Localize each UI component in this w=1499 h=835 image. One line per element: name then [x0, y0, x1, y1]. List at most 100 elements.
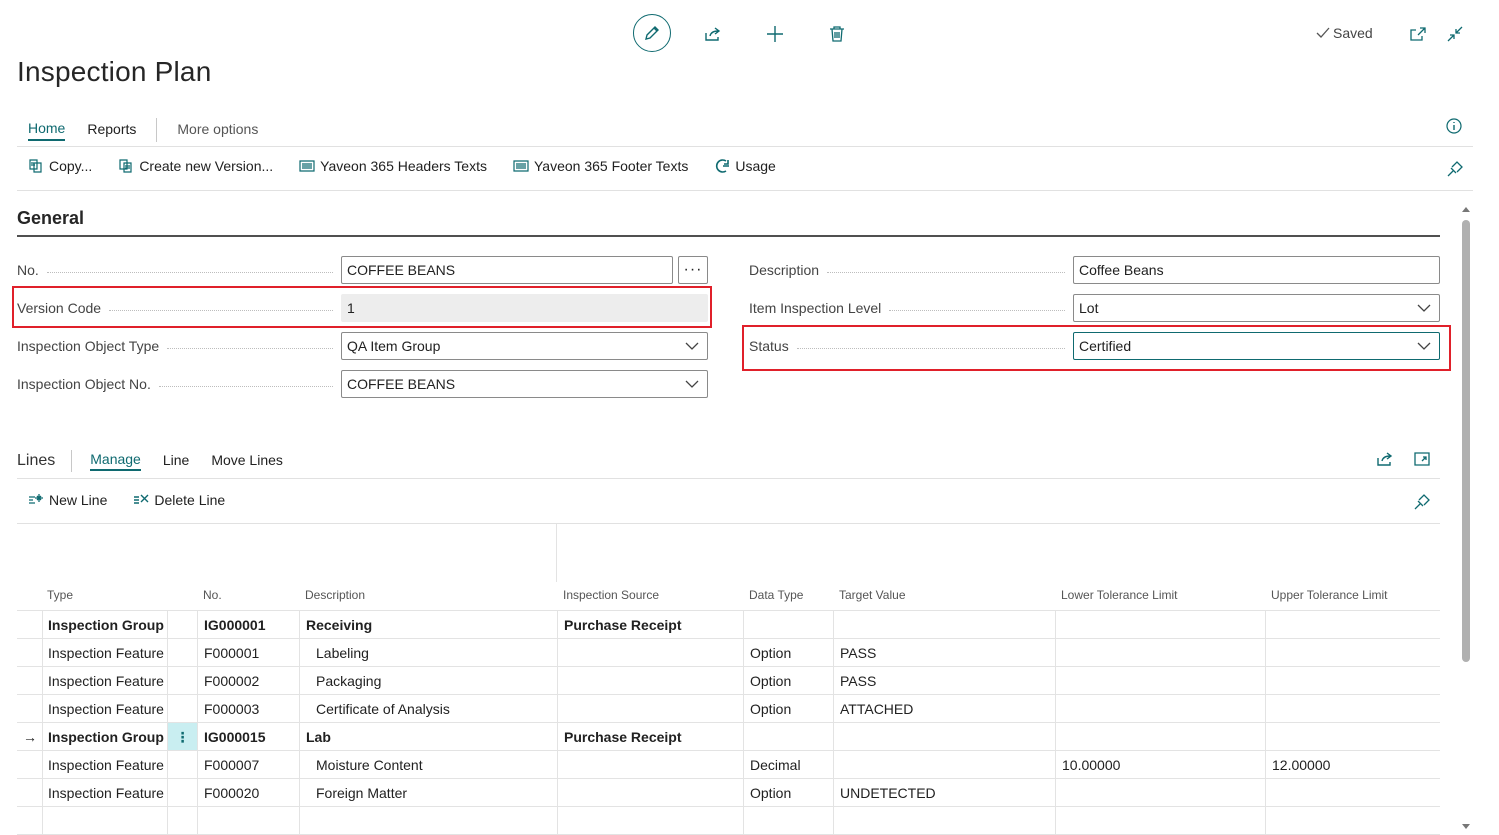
- delete-icon: [830, 26, 844, 42]
- row-menu-icon[interactable]: ⋮: [168, 723, 197, 751]
- lines-tab-move-lines[interactable]: Move Lines: [211, 452, 283, 470]
- tab-home[interactable]: Home: [28, 120, 66, 141]
- column-header-upper-tolerance[interactable]: Upper Tolerance Limit: [1271, 588, 1388, 602]
- lines-tab-manage[interactable]: Manage: [90, 451, 141, 471]
- lines-tab-line[interactable]: Line: [163, 452, 189, 470]
- column-divider: [833, 610, 834, 834]
- cell-target[interactable]: UNDETECTED: [840, 779, 936, 807]
- cell-type[interactable]: Inspection Feature: [48, 667, 164, 695]
- open-new-window-button[interactable]: [1400, 16, 1436, 52]
- info-button[interactable]: [1445, 117, 1463, 135]
- share-button[interactable]: [695, 16, 731, 52]
- cell-data-type[interactable]: Option: [750, 779, 791, 807]
- dot-leader: [158, 385, 333, 387]
- cell-no[interactable]: F000020: [204, 779, 259, 807]
- cell-type[interactable]: Inspection Feature: [48, 639, 164, 667]
- usage-action[interactable]: Usage: [714, 158, 776, 174]
- cell-description[interactable]: Packaging: [316, 667, 381, 695]
- cell-description[interactable]: Certificate of Analysis: [316, 695, 450, 723]
- scroll-down-icon[interactable]: [1461, 823, 1471, 831]
- cell-target[interactable]: PASS: [840, 639, 876, 667]
- cell-source[interactable]: Purchase Receipt: [564, 611, 682, 639]
- lines-share-button[interactable]: [1376, 450, 1394, 468]
- cell-data-type[interactable]: Option: [750, 667, 791, 695]
- collapse-button[interactable]: [1437, 16, 1473, 52]
- create-new-version-action[interactable]: Create new Version...: [118, 158, 273, 174]
- collapse-icon: [1447, 26, 1463, 42]
- cell-type[interactable]: Inspection Group: [48, 611, 164, 639]
- no-input[interactable]: COFFEE BEANS: [341, 256, 673, 284]
- new-line-action[interactable]: New Line: [28, 492, 107, 508]
- pin-lines-action-bar-button[interactable]: [1413, 493, 1431, 511]
- footer-texts-label: Yaveon 365 Footer Texts: [533, 158, 689, 174]
- chevron-down-icon: [685, 380, 699, 388]
- lines-separator: [71, 450, 73, 472]
- column-header-data-type[interactable]: Data Type: [749, 588, 803, 602]
- object-type-select[interactable]: QA Item Group: [341, 332, 708, 360]
- cell-description[interactable]: Labeling: [316, 639, 369, 667]
- delete-button[interactable]: [819, 16, 855, 52]
- cell-data-type[interactable]: Decimal: [750, 751, 801, 779]
- page-title: Inspection Plan: [17, 56, 212, 87]
- cell-source[interactable]: Purchase Receipt: [564, 723, 682, 751]
- cell-no[interactable]: IG000001: [204, 611, 266, 639]
- cell-type[interactable]: Inspection Feature: [48, 751, 164, 779]
- table-row[interactable]: Inspection Feature F000020 Foreign Matter O…: [17, 778, 1440, 806]
- cell-data-type[interactable]: Option: [750, 639, 791, 667]
- version-code-highlight: [12, 286, 712, 328]
- lines-expand-button[interactable]: [1413, 450, 1431, 468]
- scrollbar-thumb[interactable]: [1462, 220, 1470, 662]
- cell-description[interactable]: Moisture Content: [316, 751, 423, 779]
- delete-line-action[interactable]: Delete Line: [133, 492, 225, 508]
- cell-description[interactable]: Lab: [306, 723, 331, 751]
- empty-new-row[interactable]: [17, 806, 1440, 834]
- table-row[interactable]: Inspection Feature F000007 Moisture Conten…: [17, 750, 1440, 778]
- cell-type[interactable]: Inspection Feature: [48, 695, 164, 723]
- cell-description[interactable]: Foreign Matter: [316, 779, 407, 807]
- footer-texts-action[interactable]: Yaveon 365 Footer Texts: [513, 158, 688, 174]
- pin-icon: [1414, 494, 1430, 510]
- column-divider: [556, 524, 557, 582]
- scroll-up-icon[interactable]: [1461, 205, 1471, 213]
- cell-no[interactable]: F000007: [204, 751, 259, 779]
- table-row[interactable]: Inspection Feature F000001 Labeling Option P…: [17, 638, 1440, 666]
- cell-no[interactable]: IG000015: [204, 723, 266, 751]
- cell-data-type[interactable]: Option: [750, 695, 791, 723]
- column-header-target-value[interactable]: Target Value: [839, 588, 906, 602]
- column-header-inspection-source[interactable]: Inspection Source: [563, 588, 659, 602]
- description-input[interactable]: Coffee Beans: [1073, 256, 1440, 284]
- pin-action-bar-button[interactable]: [1446, 160, 1464, 178]
- column-header-description[interactable]: Description: [305, 588, 365, 602]
- cell-type[interactable]: Inspection Group: [48, 723, 164, 751]
- cell-lower[interactable]: 10.00000: [1062, 751, 1120, 779]
- new-button[interactable]: [757, 16, 793, 52]
- tab-reports[interactable]: Reports: [87, 121, 136, 140]
- edit-button[interactable]: [633, 14, 671, 52]
- table-row[interactable]: Inspection Group IG000001 Receiving Purchas…: [17, 610, 1440, 638]
- add-icon: [767, 26, 783, 42]
- divider: [17, 146, 1473, 147]
- tab-more-options[interactable]: More options: [177, 121, 258, 140]
- table-row[interactable]: Inspection Feature F000003 Certificate of …: [17, 694, 1440, 722]
- cell-type[interactable]: Inspection Feature: [48, 779, 164, 807]
- cell-no[interactable]: F000003: [204, 695, 259, 723]
- inspection-level-value: Lot: [1079, 300, 1099, 316]
- table-row[interactable]: Inspection Feature F000002 Packaging Option…: [17, 666, 1440, 694]
- headers-texts-action[interactable]: Yaveon 365 Headers Texts: [299, 158, 487, 174]
- column-header-lower-tolerance[interactable]: Lower Tolerance Limit: [1061, 588, 1178, 602]
- no-assist-button[interactable]: ···: [678, 256, 708, 284]
- column-header-type[interactable]: Type: [47, 588, 73, 602]
- column-divider: [557, 610, 558, 834]
- cell-target[interactable]: PASS: [840, 667, 876, 695]
- cell-no[interactable]: F000002: [204, 667, 259, 695]
- column-header-no[interactable]: No.: [203, 588, 222, 602]
- table-row[interactable]: Inspection Group IG000015 Lab Purchase Rece…: [17, 722, 1440, 751]
- cell-description[interactable]: Receiving: [306, 611, 372, 639]
- object-no-select[interactable]: COFFEE BEANS: [341, 370, 708, 398]
- copy-action[interactable]: Copy...: [28, 158, 92, 174]
- cell-no[interactable]: F000001: [204, 639, 259, 667]
- column-divider: [1265, 610, 1266, 834]
- inspection-level-select[interactable]: Lot: [1073, 294, 1440, 322]
- cell-upper[interactable]: 12.00000: [1272, 751, 1330, 779]
- cell-target[interactable]: ATTACHED: [840, 695, 913, 723]
